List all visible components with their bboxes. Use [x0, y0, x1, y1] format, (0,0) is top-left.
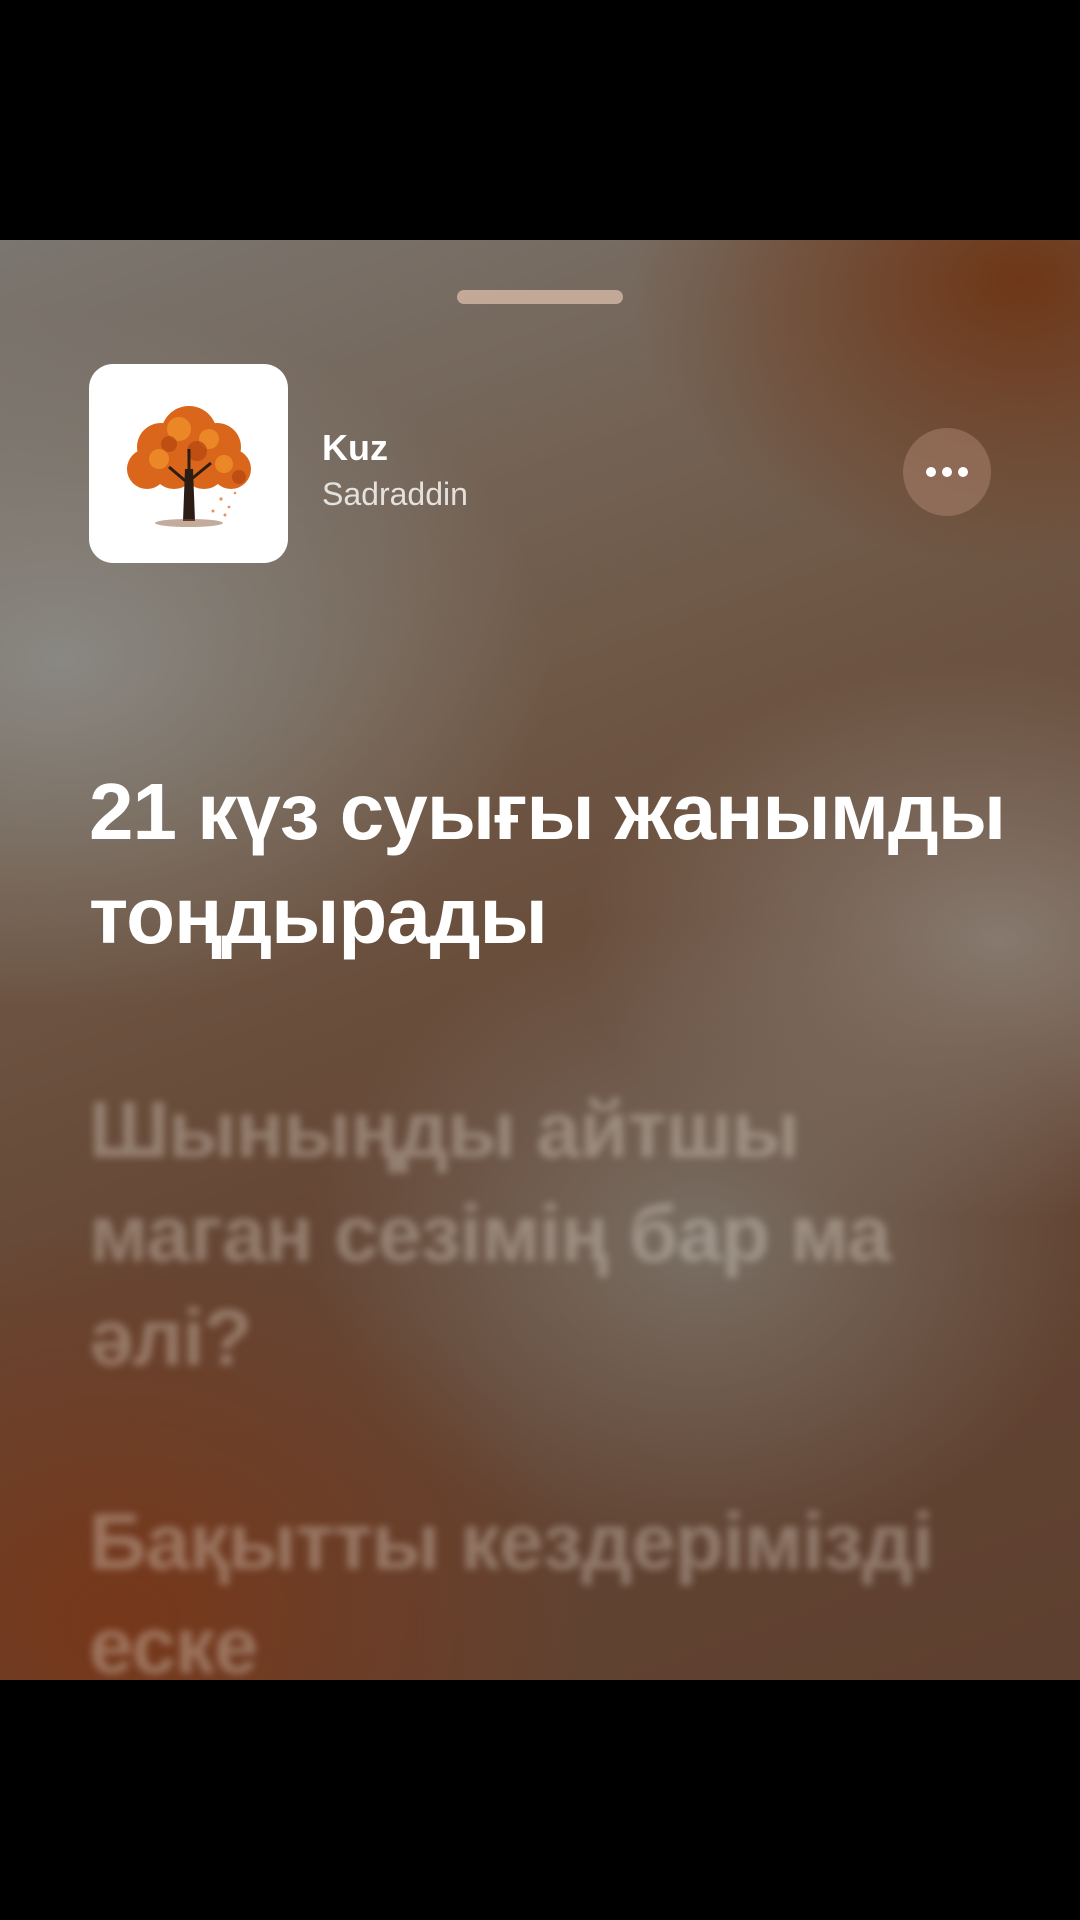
autumn-tree-icon	[126, 405, 251, 527]
album-artwork[interactable]	[89, 364, 288, 563]
ellipsis-dot	[958, 467, 968, 477]
letterbox-top	[0, 0, 1080, 240]
letterbox-bottom	[0, 1680, 1080, 1920]
lyric-line-current[interactable]: 21 күз суығы жанымды тоңдырады	[89, 760, 1009, 968]
lyrics-list: 21 күз суығы жанымды тоңдырады Шыныңды а…	[89, 760, 1009, 1680]
lyric-line-upcoming[interactable]: Бақытты кездерімізді еске	[89, 1490, 1009, 1680]
ellipsis-dot	[942, 467, 952, 477]
track-artist[interactable]: Sadraddin	[322, 478, 468, 510]
lyrics-player-sheet: Kuz Sadraddin 21 күз суығы жанымды тоңды…	[0, 240, 1080, 1680]
track-title[interactable]: Kuz	[322, 430, 388, 466]
more-options-button[interactable]	[903, 428, 991, 516]
lyric-line-next[interactable]: Шыныңды айтшы маган сезімің бар ма әлі?	[89, 1078, 1009, 1390]
screen: Kuz Sadraddin 21 күз суығы жанымды тоңды…	[0, 0, 1080, 1920]
sheet-grabber[interactable]	[457, 290, 623, 304]
ellipsis-icon	[926, 467, 936, 477]
